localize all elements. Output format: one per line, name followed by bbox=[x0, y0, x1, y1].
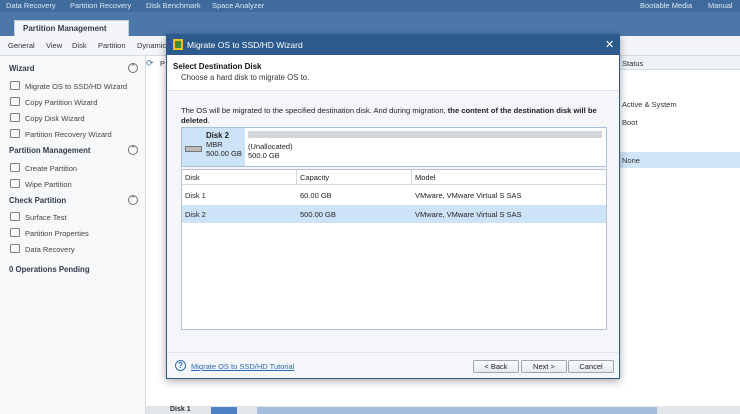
column-divider[interactable] bbox=[296, 170, 297, 185]
table-row-selected[interactable]: Disk 2 500.00 GB VMware, VMware Virtual … bbox=[182, 205, 606, 223]
back-button[interactable]: < Back bbox=[473, 360, 519, 373]
tutorial-link[interactable]: Migrate OS to SSD/HD Tutorial bbox=[191, 362, 294, 371]
warning-end: . bbox=[207, 116, 210, 125]
table-row[interactable]: Disk 1 60.00 GB VMware, VMware Virtual S… bbox=[182, 186, 606, 204]
column-header-disk[interactable]: Disk bbox=[185, 173, 200, 182]
cancel-button[interactable]: Cancel bbox=[568, 360, 614, 373]
dialog-body: The OS will be migrated to the specified… bbox=[167, 91, 619, 352]
dialog-title: Migrate OS to SSD/HD Wizard bbox=[187, 40, 303, 50]
app-logo-icon bbox=[173, 39, 183, 50]
destination-disk-map[interactable]: Disk 2 MBR 500.00 GB (Unallocated) 500.0… bbox=[181, 127, 607, 167]
cell-model: VMware, VMware Virtual S SAS bbox=[415, 210, 522, 219]
disk-table: Disk Capacity Model Disk 1 60.00 GB VMwa… bbox=[181, 169, 607, 330]
cell-disk: Disk 2 bbox=[185, 210, 206, 219]
next-button[interactable]: Next > bbox=[521, 360, 567, 373]
dialog-header: Select Destination Disk Choose a hard di… bbox=[167, 55, 619, 91]
partition-size: 500.0 GB bbox=[248, 151, 280, 160]
cell-disk: Disk 1 bbox=[185, 191, 206, 200]
cell-model: VMware, VMware Virtual S SAS bbox=[415, 191, 522, 200]
unallocated-partition-block[interactable]: (Unallocated) 500.0 GB bbox=[248, 131, 604, 163]
close-icon[interactable]: ✕ bbox=[605, 38, 614, 51]
column-header-capacity[interactable]: Capacity bbox=[300, 173, 329, 182]
column-header-model[interactable]: Model bbox=[415, 173, 435, 182]
dialog-footer: ? Migrate OS to SSD/HD Tutorial < Back N… bbox=[167, 352, 619, 378]
dialog-heading: Select Destination Disk bbox=[173, 62, 262, 71]
cell-capacity: 60.00 GB bbox=[300, 191, 332, 200]
hard-disk-icon bbox=[185, 146, 202, 152]
disk-size: 500.00 GB bbox=[206, 149, 242, 158]
disk-info-block[interactable]: Disk 2 MBR 500.00 GB bbox=[182, 128, 245, 166]
warning-text: The OS will be migrated to the specified… bbox=[181, 106, 448, 115]
disk-name: Disk 2 bbox=[206, 131, 229, 140]
disk-type: MBR bbox=[206, 140, 223, 149]
partition-label: (Unallocated) bbox=[248, 142, 293, 151]
help-icon[interactable]: ? bbox=[175, 360, 186, 371]
partition-usage-bar bbox=[248, 131, 602, 138]
cell-capacity: 500.00 GB bbox=[300, 210, 336, 219]
dialog-titlebar: Migrate OS to SSD/HD Wizard ✕ bbox=[167, 35, 619, 55]
column-divider[interactable] bbox=[411, 170, 412, 185]
table-header: Disk Capacity Model bbox=[182, 170, 606, 185]
migration-warning: The OS will be migrated to the specified… bbox=[181, 106, 611, 126]
migrate-os-dialog: Migrate OS to SSD/HD Wizard ✕ Select Des… bbox=[166, 34, 620, 379]
dialog-subheading: Choose a hard disk to migrate OS to. bbox=[181, 73, 310, 82]
